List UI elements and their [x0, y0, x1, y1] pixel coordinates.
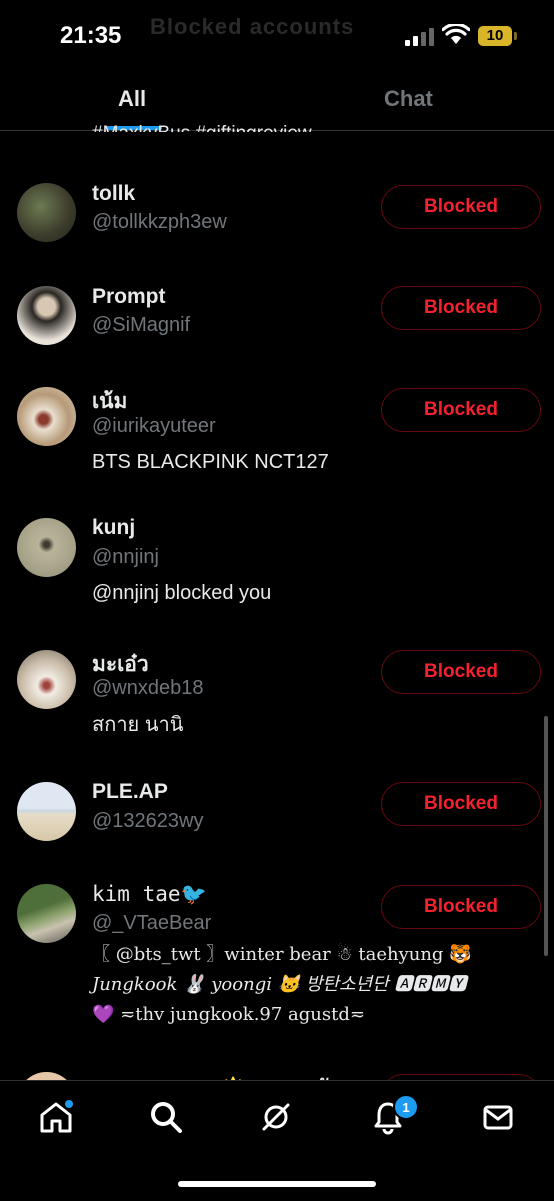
user-name: เน้ม — [92, 390, 128, 413]
avatar[interactable] — [17, 884, 76, 943]
blocked-button[interactable]: Blocked — [381, 782, 541, 826]
list-item[interactable]: PLE.AP @132623wy Blocked — [0, 780, 554, 860]
blocked-button[interactable]: Blocked — [381, 885, 541, 929]
signal-icon — [405, 28, 435, 46]
battery-level: 10 — [486, 27, 504, 44]
user-handle: @wnxdeb18 — [92, 677, 204, 699]
avatar[interactable] — [17, 387, 76, 446]
battery-icon: 10 — [478, 26, 517, 46]
grok-icon[interactable] — [258, 1099, 294, 1135]
user-name: kim tae🐦 — [92, 882, 207, 906]
user-handle: @_VTaeBear — [92, 912, 212, 934]
blocked-button[interactable]: Blocked — [381, 388, 541, 432]
user-name: Prompt — [92, 285, 166, 308]
tab-chat[interactable]: Chat — [384, 86, 433, 112]
blocked-button[interactable]: Blocked — [381, 185, 541, 229]
user-handle: @tollkkzph3ew — [92, 211, 227, 233]
tab-all[interactable]: All — [118, 86, 146, 112]
list-item[interactable]: tollk @tollkkzph3ew Blocked — [0, 180, 554, 260]
user-handle: @132623wy — [92, 810, 204, 832]
list-item[interactable]: Prompt @SiMagnif Blocked — [0, 283, 554, 363]
user-name: PLE.AP — [92, 780, 168, 803]
avatar[interactable] — [17, 518, 76, 577]
search-icon[interactable] — [148, 1099, 184, 1135]
status-time: 21:35 — [60, 22, 122, 49]
avatar[interactable] — [17, 650, 76, 709]
avatar[interactable] — [17, 286, 76, 345]
notification-badge: 1 — [393, 1094, 419, 1120]
user-bio: สกาย นานิ — [92, 714, 184, 736]
user-handle: @SiMagnif — [92, 314, 191, 336]
avatar[interactable] — [17, 183, 76, 242]
home-indicator — [178, 1181, 376, 1187]
scrollbar[interactable] — [544, 716, 548, 956]
blocked-button[interactable]: Blocked — [381, 286, 541, 330]
user-bio-line: 💜 ≂thv jungkook.97 agustd≂ — [92, 1004, 365, 1025]
user-bio: BTS BLACKPINK NCT127 — [92, 451, 329, 473]
home-icon[interactable] — [38, 1099, 74, 1135]
mail-icon[interactable] — [480, 1099, 516, 1135]
user-bio: @nnjinj blocked you — [92, 582, 272, 604]
ghost-title: Blocked accounts — [150, 14, 355, 39]
avatar[interactable] — [17, 782, 76, 841]
status-bar: Blocked accounts 21:35 10 — [0, 0, 554, 68]
wifi-icon — [442, 24, 470, 44]
user-name: tollk — [92, 182, 136, 205]
user-handle: @iurikayuteer — [92, 415, 216, 437]
blocked-button[interactable]: Blocked — [381, 650, 541, 694]
user-bio-line: Jungkook 🐰 yoongi 🐱 방탄소년단 🅰🆁🅼🆈 — [92, 974, 467, 995]
user-name: kunj — [92, 516, 136, 539]
user-bio-line: 〖 @bts_twt 〗winter bear ☃ taehyung 🐯 — [92, 944, 472, 965]
list-item[interactable]: มะเอ๋ว @wnxdeb18 สกาย นานิ Blocked — [0, 648, 554, 748]
list-item[interactable]: เน้ม @iurikayuteer BTS BLACKPINK NCT127 … — [0, 385, 554, 485]
clipped-bio-text: #MaxkyBus #giftingreview — [92, 114, 312, 132]
bottom-nav: 1 — [0, 1080, 554, 1201]
user-handle: @nnjinj — [92, 546, 160, 568]
list-item[interactable]: kim tae🐦 @_VTaeBear 〖 @bts_twt 〗winter b… — [0, 882, 554, 1032]
list-item[interactable]: kunj @nnjinj @nnjinj blocked you — [0, 516, 554, 616]
